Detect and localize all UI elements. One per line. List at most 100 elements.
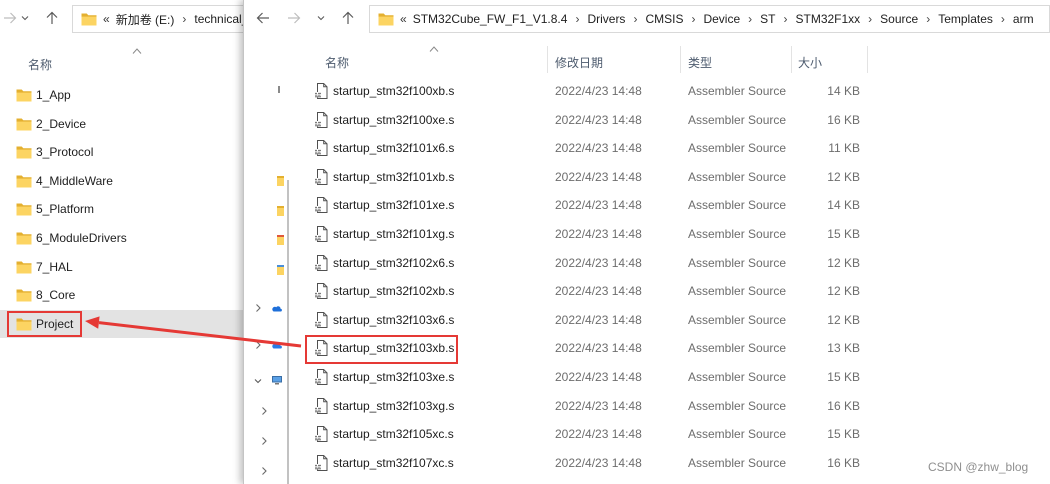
file-row[interactable]: startup_stm32f101xg.s 2022/4/23 14:48 As…	[244, 220, 1050, 249]
assembly-file-icon	[314, 255, 328, 271]
address-bar[interactable]: « 新加卷 (E:) › technical_	[72, 5, 243, 33]
breadcrumb-item[interactable]: ST	[760, 12, 775, 26]
folder-name: 6_ModuleDrivers	[36, 230, 127, 245]
file-row[interactable]: startup_stm32f101xb.s 2022/4/23 14:48 As…	[244, 163, 1050, 192]
breadcrumb-item[interactable]: Source	[880, 12, 918, 26]
file-date: 2022/4/23 14:48	[555, 341, 642, 356]
assembly-file-icon	[314, 455, 328, 471]
file-row[interactable]: startup_stm32f100xe.s 2022/4/23 14:48 As…	[244, 106, 1050, 135]
file-name: startup_stm32f100xb.s	[333, 84, 455, 98]
file-name: startup_stm32f101x6.s	[333, 141, 455, 156]
breadcrumb-item[interactable]: STM32Cube_FW_F1_V1.8.4	[413, 12, 568, 26]
file-type: Assembler Source	[688, 255, 787, 270]
file-type: Assembler Source	[688, 398, 787, 413]
breadcrumb-partial[interactable]: technical_	[194, 12, 243, 26]
file-type: Assembler Source	[688, 112, 787, 127]
assembly-file-icon	[314, 283, 328, 299]
breadcrumb-separator[interactable]: ›	[1001, 12, 1005, 26]
file-date: 2022/4/23 14:48	[555, 427, 642, 442]
arrow-up-icon[interactable]	[340, 10, 356, 26]
column-header-type[interactable]: 类型	[688, 54, 712, 71]
file-date: 2022/4/23 14:48	[555, 84, 642, 98]
folder-item[interactable]: 4_MiddleWare	[0, 167, 243, 196]
folder-item[interactable]: 3_Protocol	[0, 138, 243, 167]
file-name: startup_stm32f107xc.s	[333, 455, 454, 470]
file-size: 14 KB	[827, 198, 860, 213]
file-name: startup_stm32f103x6.s	[333, 312, 455, 327]
column-divider[interactable]	[867, 46, 868, 73]
file-date: 2022/4/23 14:48	[555, 141, 642, 156]
file-name: startup_stm32f103xe.s	[333, 369, 455, 384]
file-row[interactable]: startup_stm32f105xc.s 2022/4/23 14:48 As…	[244, 420, 1050, 449]
column-header-date[interactable]: 修改日期	[555, 54, 603, 71]
arrow-right-icon[interactable]	[2, 10, 18, 26]
sort-ascending-icon	[132, 48, 142, 54]
folder-name: 7_HAL	[36, 259, 73, 274]
column-divider[interactable]	[791, 46, 792, 73]
column-header-name[interactable]: 名称	[28, 56, 52, 73]
folder-name: 5_Platform	[36, 202, 95, 217]
breadcrumb-overflow[interactable]: «	[400, 12, 407, 26]
breadcrumb-overflow[interactable]: «	[103, 12, 110, 26]
breadcrumb-item[interactable]: STM32F1xx	[795, 12, 860, 26]
file-row[interactable]: startup_stm32f103xg.s 2022/4/23 14:48 As…	[244, 392, 1050, 421]
file-row[interactable]: startup_stm32f103xe.s 2022/4/23 14:48 As…	[244, 363, 1050, 392]
folder-icon	[16, 175, 32, 188]
address-bar[interactable]: « STM32Cube_FW_F1_V1.8.4 › Drivers › CMS…	[369, 5, 1050, 33]
file-row[interactable]: startup_stm32f102x6.s 2022/4/23 14:48 As…	[244, 249, 1050, 278]
folder-item[interactable]: 5_Platform	[0, 195, 243, 224]
breadcrumb-drive[interactable]: 新加卷 (E:)	[116, 11, 175, 28]
arrow-right-icon[interactable]	[286, 10, 302, 26]
column-divider[interactable]	[547, 46, 548, 73]
assembly-file-icon	[314, 426, 328, 442]
file-size: 16 KB	[827, 112, 860, 127]
breadcrumb-separator[interactable]: ›	[783, 12, 787, 26]
arrow-left-icon[interactable]	[255, 10, 271, 26]
right-explorer-window: « STM32Cube_FW_F1_V1.8.4 › Drivers › CMS…	[243, 0, 1050, 484]
breadcrumb-separator[interactable]: ›	[633, 12, 637, 26]
file-row[interactable]: startup_stm32f101xe.s 2022/4/23 14:48 As…	[244, 191, 1050, 220]
breadcrumb-separator[interactable]: ›	[926, 12, 930, 26]
file-row[interactable]: startup_stm32f103x6.s 2022/4/23 14:48 As…	[244, 306, 1050, 335]
folder-item[interactable]: 6_ModuleDrivers	[0, 224, 243, 253]
folder-icon	[16, 232, 32, 245]
file-row[interactable]: startup_stm32f101x6.s 2022/4/23 14:48 As…	[244, 134, 1050, 163]
breadcrumb-item-current[interactable]: arm	[1013, 12, 1034, 26]
file-type: Assembler Source	[688, 341, 787, 356]
arrow-up-icon[interactable]	[44, 10, 60, 26]
column-divider[interactable]	[680, 46, 681, 73]
breadcrumb-separator[interactable]: ›	[182, 12, 186, 26]
file-row[interactable]: startup_stm32f100xb.s 2022/4/23 14:48 As…	[244, 77, 1050, 106]
breadcrumb-item[interactable]: Device	[703, 12, 740, 26]
file-row[interactable]: startup_stm32f102xb.s 2022/4/23 14:48 As…	[244, 277, 1050, 306]
file-name: startup_stm32f102x6.s	[333, 255, 455, 270]
folder-icon	[16, 289, 32, 302]
folder-item[interactable]: 2_Device	[0, 110, 243, 139]
file-date: 2022/4/23 14:48	[555, 255, 642, 270]
breadcrumb-separator[interactable]: ›	[691, 12, 695, 26]
file-date: 2022/4/23 14:48	[555, 455, 642, 470]
breadcrumb-item[interactable]: Drivers	[587, 12, 625, 26]
folder-list: 1_App 2_Device 3_Protocol 4_MiddleWare 5…	[0, 81, 243, 339]
file-size: 11 KB	[828, 141, 860, 156]
file-type: Assembler Source	[688, 141, 787, 156]
folder-item[interactable]: 7_HAL	[0, 253, 243, 282]
column-header-size[interactable]: 大小	[798, 54, 822, 71]
breadcrumb-separator[interactable]: ›	[748, 12, 752, 26]
breadcrumb-separator[interactable]: ›	[575, 12, 579, 26]
folder-item[interactable]: 8_Core	[0, 281, 243, 310]
folder-icon	[16, 203, 32, 216]
column-header-name[interactable]: 名称	[325, 54, 349, 71]
highlight-box-file	[305, 335, 458, 364]
file-type: Assembler Source	[688, 169, 787, 184]
folder-name: 2_Device	[36, 116, 87, 131]
file-size: 15 KB	[827, 427, 860, 442]
folder-item[interactable]: 1_App	[0, 81, 243, 110]
breadcrumb-item[interactable]: Templates	[938, 12, 993, 26]
chevron-down-icon[interactable]	[20, 13, 30, 23]
chevron-down-icon[interactable]	[316, 13, 326, 23]
breadcrumb-item[interactable]: CMSIS	[645, 12, 683, 26]
file-type: Assembler Source	[688, 369, 787, 384]
breadcrumb-separator[interactable]: ›	[868, 12, 872, 26]
file-type: Assembler Source	[688, 284, 787, 299]
